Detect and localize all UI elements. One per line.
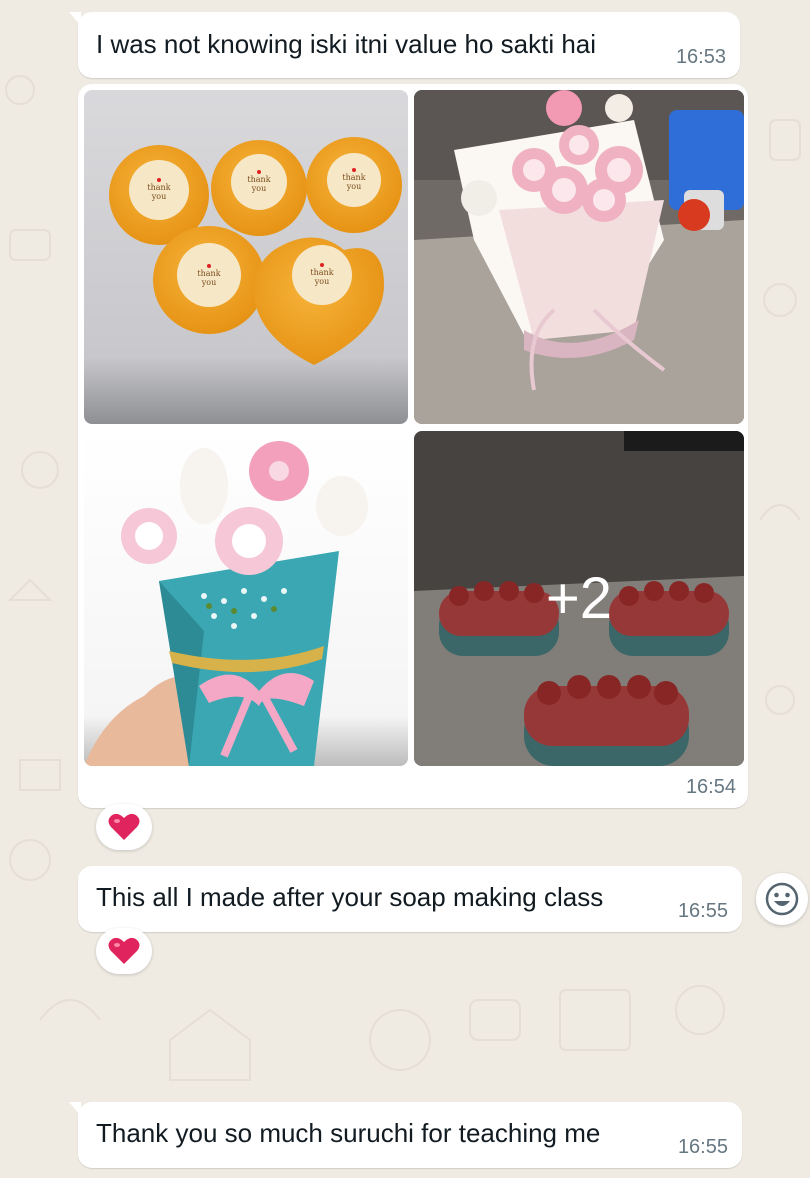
svg-text:you: you xyxy=(251,184,267,193)
svg-text:thank: thank xyxy=(310,268,333,277)
more-images-count: +2 xyxy=(545,566,613,631)
reaction-badge[interactable] xyxy=(96,804,152,850)
svg-text:thank: thank xyxy=(342,173,365,182)
smiley-icon xyxy=(765,882,799,916)
reaction-badge[interactable] xyxy=(96,928,152,974)
svg-text:you: you xyxy=(151,192,167,201)
svg-text:you: you xyxy=(346,182,362,191)
svg-text:thank: thank xyxy=(147,183,170,192)
soap-thank-you-image[interactable]: thank you thank you thank you thank you than… xyxy=(84,90,408,424)
soap-flower-hand-image[interactable] xyxy=(84,431,408,766)
message-text: This all I made after your soap making c… xyxy=(96,882,604,912)
message-text: Thank you so much suruchi for teaching m… xyxy=(96,1118,601,1148)
message-bubble[interactable]: I was not knowing iski itni value ho sak… xyxy=(69,12,740,78)
heart-icon xyxy=(108,813,140,840)
message-time: 16:55 xyxy=(677,1136,728,1158)
message-time: 16:54 xyxy=(685,776,736,798)
heart-icon xyxy=(108,937,140,964)
bubble-tail xyxy=(69,1102,81,1116)
message-time: 16:53 xyxy=(675,46,726,68)
emoji-react-button[interactable] xyxy=(756,873,808,925)
svg-text:you: you xyxy=(314,277,330,286)
svg-text:you: you xyxy=(201,278,217,287)
bubble-tail xyxy=(69,12,81,26)
message-bubble[interactable]: Thank you so much suruchi for teaching m… xyxy=(69,1102,742,1168)
watermelon-soap-image[interactable]: +2 xyxy=(414,431,744,766)
svg-text:thank: thank xyxy=(197,269,220,278)
message-bubble[interactable]: This all I made after your soap making c… xyxy=(78,866,742,932)
message-text: I was not knowing iski itni value ho sak… xyxy=(96,29,597,59)
message-time: 16:55 xyxy=(677,900,728,922)
image-album-bubble[interactable]: thank you thank you thank you thank you than… xyxy=(78,84,748,808)
more-images-overlay[interactable]: +2 xyxy=(414,431,744,766)
svg-text:thank: thank xyxy=(247,175,270,184)
soap-bouquet-image[interactable] xyxy=(414,90,744,424)
